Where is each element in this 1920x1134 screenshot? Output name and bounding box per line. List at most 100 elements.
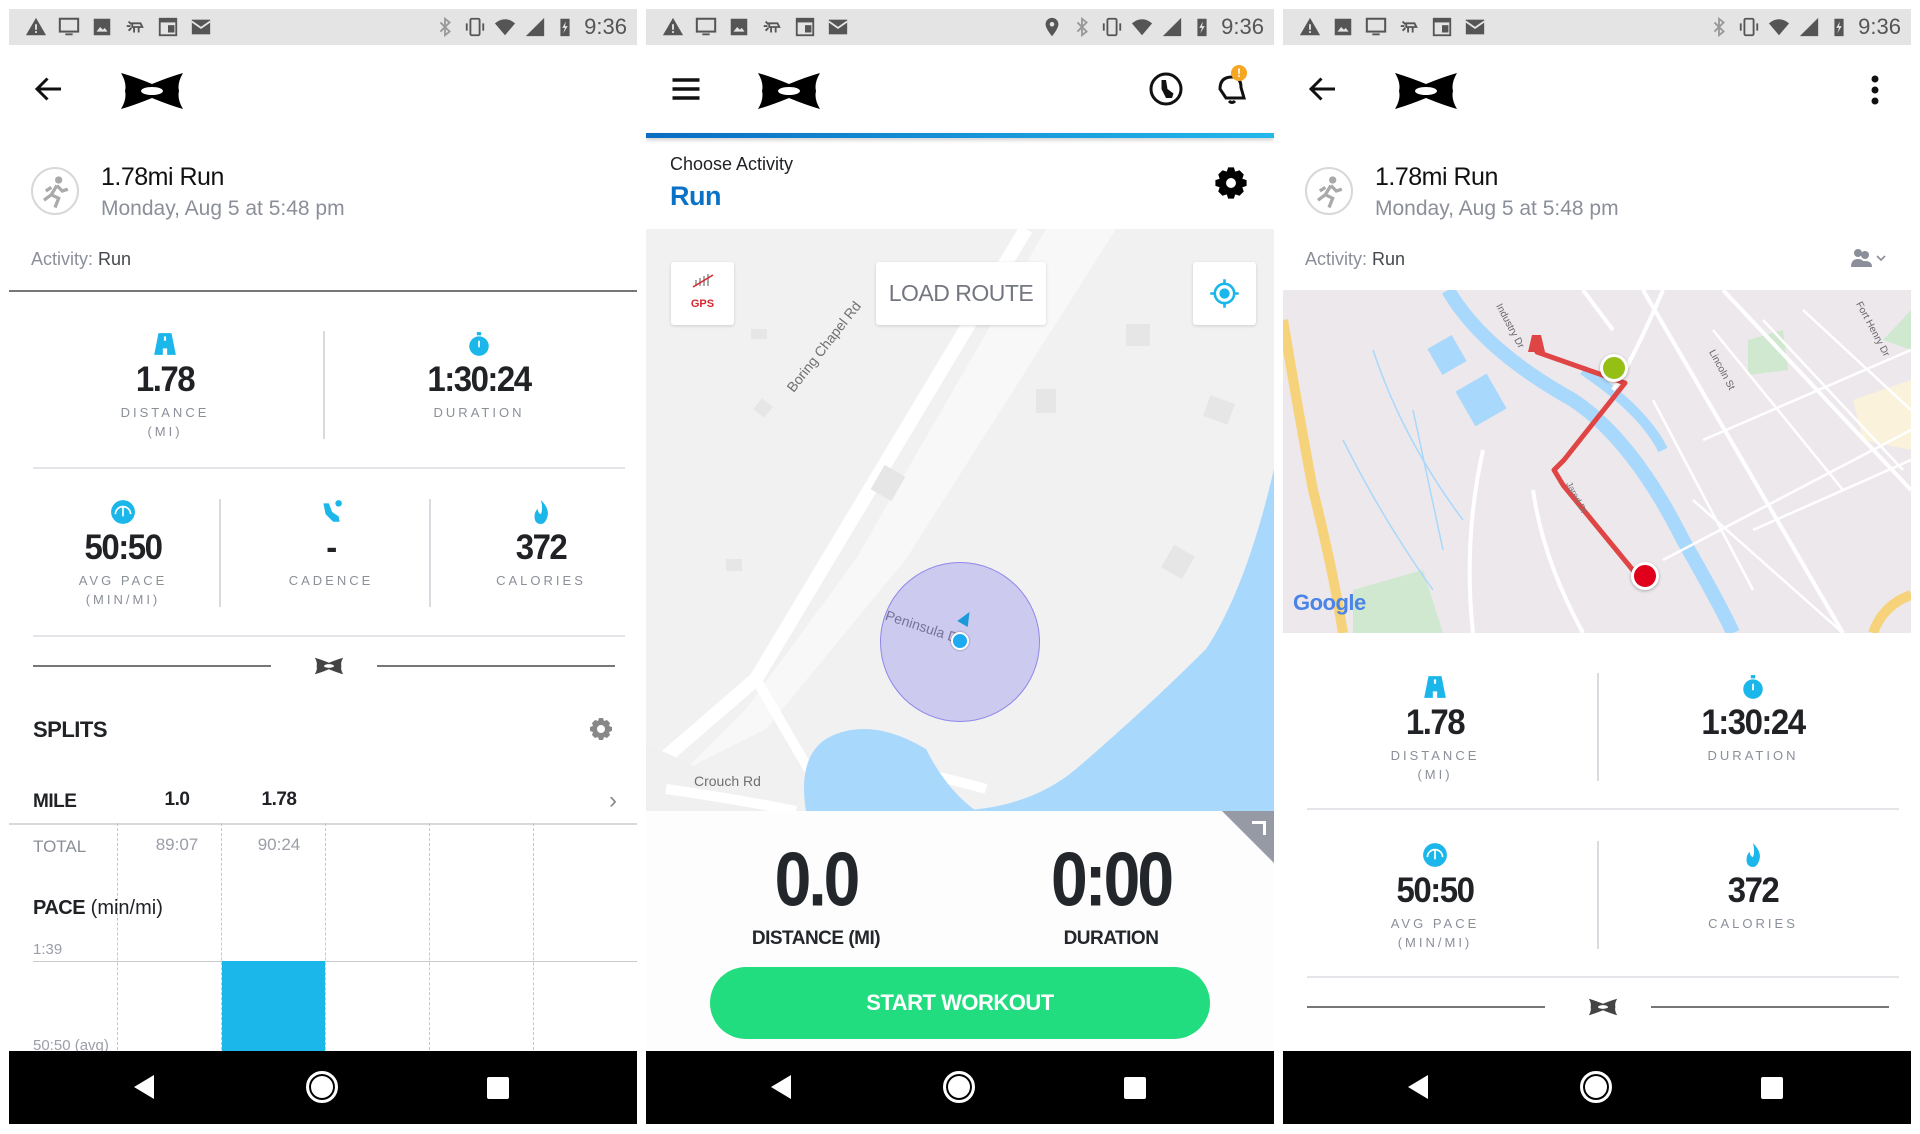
live-duration-label: DURATION — [1063, 928, 1159, 949]
stats-divider — [1307, 976, 1899, 978]
battery-charging-icon — [560, 18, 570, 37]
stat-divider — [219, 499, 221, 607]
vibrate-icon — [466, 17, 485, 37]
workout-title: 1.78mi Run — [1375, 163, 1498, 191]
stat-distance: 1.78 DISTANCE (MI) — [65, 331, 265, 441]
nav-recents-icon[interactable] — [1124, 1077, 1146, 1099]
mail-icon — [1465, 19, 1485, 35]
google-attribution-logo: Google — [1293, 590, 1366, 615]
avg-pace-unit: (MIN/MI) — [1397, 935, 1473, 950]
distance-label: DISTANCE — [120, 405, 210, 420]
drone-icon — [126, 20, 144, 33]
live-map[interactable]: Boring Chapel Rd Peninsula Dr Crouch Rd … — [646, 229, 1274, 811]
drone-icon — [1400, 20, 1418, 33]
pace-chart-title: PACE (min/mi) — [33, 897, 163, 920]
gps-signal-button[interactable]: GPS — [671, 262, 734, 325]
stat-calories: 372 CALORIES — [451, 499, 631, 590]
monitor-icon — [695, 17, 717, 36]
under-armour-small-logo — [1588, 998, 1618, 1016]
calendar-icon — [1432, 17, 1452, 37]
status-time: 9:36 — [1221, 14, 1264, 39]
back-arrow-icon[interactable] — [31, 71, 67, 107]
nav-recents-icon[interactable] — [487, 1077, 509, 1099]
total-value: 90:24 — [257, 835, 301, 854]
location-pin-icon — [1045, 17, 1059, 37]
stat-divider — [1597, 673, 1599, 781]
under-armour-logo — [121, 73, 183, 109]
mail-icon — [191, 19, 211, 35]
gear-tracker-shoe-icon[interactable] — [1148, 71, 1184, 107]
header-accent-bar — [646, 133, 1274, 138]
workout-detail-map-screen: 9:36 1.78mi Run Monday, Aug 5 at 5:48 pm… — [1283, 9, 1911, 1124]
more-options-icon[interactable] — [1871, 75, 1879, 105]
pace-top-tick: 1:39 — [33, 941, 63, 958]
route-path — [1528, 335, 1644, 583]
stopwatch-icon — [469, 332, 489, 356]
stat-calories: 372 CALORIES — [1653, 842, 1853, 933]
nav-home-icon[interactable] — [1580, 1071, 1612, 1103]
choose-activity-label: Choose Activity — [670, 154, 794, 174]
app-bar — [1283, 45, 1911, 135]
gps-signal-off-icon — [692, 274, 714, 288]
calendar-icon — [795, 17, 815, 37]
calories-label: CALORIES — [496, 573, 586, 588]
live-distance-label: DISTANCE (MI) — [751, 928, 881, 949]
avg-pace-value: 50:50 — [1396, 869, 1475, 910]
nav-home-icon[interactable] — [943, 1071, 975, 1103]
notification-badge: ! — [1231, 65, 1247, 81]
signal-icon — [526, 17, 545, 37]
distance-unit: (MI) — [1417, 767, 1453, 782]
wifi-icon — [495, 19, 516, 36]
splits-total-row: TOTAL 89:07 90:24 — [9, 823, 637, 863]
drone-icon — [763, 20, 781, 33]
image-icon — [93, 18, 111, 36]
chevron-right-icon[interactable]: › — [609, 787, 617, 815]
calendar-icon — [158, 17, 178, 37]
nav-recents-icon[interactable] — [1761, 1077, 1783, 1099]
nav-back-icon[interactable] — [771, 1075, 791, 1099]
start-workout-button[interactable]: START WORKOUT — [710, 967, 1210, 1039]
signal-icon — [1163, 17, 1182, 37]
hamburger-menu-icon[interactable] — [668, 71, 704, 107]
workout-stats-drawer: 0.0 DISTANCE (MI) 0:00 DURATION START WO… — [646, 811, 1274, 1060]
wifi-icon — [1132, 19, 1153, 36]
bluetooth-icon — [1713, 16, 1726, 38]
vibrate-icon — [1740, 17, 1759, 37]
cadence-label: CADENCE — [288, 573, 374, 588]
activity-type: Activity: Run — [1305, 249, 1405, 270]
app-bar: ! — [646, 45, 1274, 135]
privacy-friends-dropdown-icon[interactable] — [1849, 247, 1889, 269]
stat-duration: 1:30:24 DURATION — [379, 331, 579, 422]
pace-bar — [222, 961, 325, 1060]
back-arrow-icon[interactable] — [1305, 71, 1341, 107]
nav-back-icon[interactable] — [1408, 1075, 1428, 1099]
choose-activity-value[interactable]: Run — [670, 181, 721, 212]
warning-icon — [25, 17, 47, 36]
battery-charging-icon — [1197, 18, 1207, 37]
activity-label: Activity: — [1305, 249, 1368, 269]
splits-mile-row[interactable]: MILE 1.0 1.78 › — [9, 779, 637, 823]
nav-home-icon[interactable] — [306, 1071, 338, 1103]
flame-icon — [1746, 843, 1760, 867]
nav-back-icon[interactable] — [134, 1075, 154, 1099]
load-route-button[interactable]: LOAD ROUTE — [876, 262, 1046, 325]
activity-type: Activity: Run — [31, 249, 131, 270]
activity-value: Run — [1372, 249, 1406, 269]
activity-label: Activity: — [31, 249, 94, 269]
route-end-marker — [1631, 562, 1659, 590]
pace-title-bold: PACE — [33, 897, 86, 919]
stat-duration: 1:30:24 DURATION — [1653, 674, 1853, 765]
settings-gear-icon[interactable] — [1214, 166, 1248, 200]
calories-value: 372 — [515, 526, 568, 567]
splits-settings-gear-icon[interactable] — [589, 717, 613, 741]
calories-value: 372 — [1727, 869, 1780, 910]
pace-top-gridline — [33, 961, 637, 962]
splits-title: SPLITS — [33, 717, 108, 742]
android-nav-bar — [9, 1051, 637, 1124]
bluetooth-icon — [439, 16, 452, 38]
duration-value: 1:30:24 — [427, 358, 532, 399]
mile-value: 1.0 — [164, 789, 190, 810]
my-location-button[interactable] — [1193, 262, 1256, 325]
distance-value: 1.78 — [135, 358, 196, 399]
route-map[interactable]: Industry Dr Lincoln St Fort Henry Dr Jar… — [1283, 290, 1911, 633]
